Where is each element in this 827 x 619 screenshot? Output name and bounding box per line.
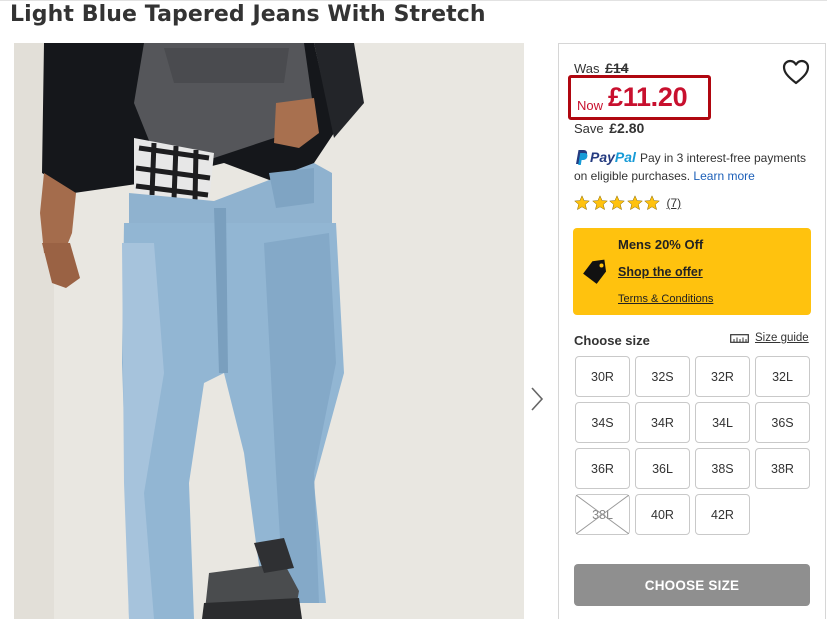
star-icon [609, 195, 625, 211]
size-label: 32R [711, 369, 734, 384]
size-label: 32S [651, 369, 674, 384]
size-option-36l[interactable]: 36L [635, 448, 690, 489]
size-option-42r[interactable]: 42R [695, 494, 750, 535]
heart-icon[interactable] [781, 58, 811, 86]
terms-link[interactable]: Terms & Conditions [618, 293, 713, 305]
shop-offer-link[interactable]: Shop the offer [618, 265, 703, 279]
size-option-34s[interactable]: 34S [575, 402, 630, 443]
price-tag-icon [583, 259, 607, 284]
unavailable-cross-icon [576, 495, 629, 534]
size-option-38r[interactable]: 38R [755, 448, 810, 489]
size-option-38s[interactable]: 38S [695, 448, 750, 489]
size-option-38l[interactable]: 38L [575, 494, 630, 535]
size-label: 30R [591, 369, 614, 384]
chevron-right-icon[interactable] [528, 385, 546, 413]
size-option-30r[interactable]: 30R [575, 356, 630, 397]
jeans-photo-illustration [14, 43, 524, 619]
size-option-34r[interactable]: 34R [635, 402, 690, 443]
save-amount: £2.80 [609, 120, 645, 136]
now-price-highlight: Now £11.20 [568, 75, 711, 120]
size-guide-link[interactable]: Size guide [730, 332, 809, 344]
product-title: Light Blue Tapered Jeans With Stretch [10, 2, 486, 27]
star-icon [644, 195, 660, 211]
size-label: 40R [651, 507, 674, 522]
top-divider [0, 0, 827, 1]
size-option-36s[interactable]: 36S [755, 402, 810, 443]
size-option-32l[interactable]: 32L [755, 356, 810, 397]
size-label: 38S [711, 461, 734, 476]
offer-banner: Mens 20% Off Shop the offer Terms & Cond… [573, 228, 811, 315]
was-price-line: Was £14 [574, 60, 629, 76]
paypal-brand: PayPal [590, 149, 636, 165]
size-option-36r[interactable]: 36R [575, 448, 630, 489]
was-price: £14 [605, 60, 629, 76]
now-label: Now [577, 98, 604, 113]
size-option-32s[interactable]: 32S [635, 356, 690, 397]
size-label: 36L [652, 461, 673, 476]
buy-panel: Was £14 Now £11.20 Save £2.80 PayPal Pay … [558, 43, 826, 619]
rating-stars[interactable]: (7) [574, 195, 681, 211]
product-image[interactable] [14, 43, 524, 619]
offer-title: Mens 20% Off [618, 237, 704, 252]
paypal-logo-icon [576, 150, 588, 165]
review-count-link[interactable]: (7) [667, 196, 682, 210]
size-label: 34S [591, 415, 614, 430]
size-guide-label: Size guide [755, 332, 809, 344]
save-label: Save [574, 121, 604, 136]
size-label: 32L [772, 369, 793, 384]
ruler-icon [730, 333, 749, 343]
star-icon [574, 195, 590, 211]
paypal-message: PayPal Pay in 3 interest-free payments on… [574, 148, 819, 185]
size-label: 34R [651, 415, 674, 430]
size-label: 36S [771, 415, 794, 430]
paypal-brand-pay: Pay [590, 149, 615, 165]
size-option-40r[interactable]: 40R [635, 494, 690, 535]
size-option-34l[interactable]: 34L [695, 402, 750, 443]
star-icon [591, 195, 608, 211]
star-icon [626, 195, 643, 211]
size-label: 34L [712, 415, 733, 430]
choose-size-label: Choose size [574, 333, 650, 348]
size-grid: 30R 32S 32R 32L 34S 34R 34L 36S 36R 36L 38S 38R 38L 4… [575, 356, 815, 538]
size-label: 42R [711, 507, 734, 522]
was-label: Was [574, 61, 600, 76]
size-label: 38R [771, 461, 794, 476]
size-label: 36R [591, 461, 614, 476]
choose-size-button[interactable]: CHOOSE SIZE [574, 564, 810, 606]
paypal-brand-pal: Pal [614, 149, 636, 165]
size-option-32r[interactable]: 32R [695, 356, 750, 397]
now-price: £11.20 [608, 82, 688, 112]
paypal-learn-more-link[interactable]: Learn more [693, 169, 754, 183]
save-line: Save £2.80 [574, 120, 644, 136]
